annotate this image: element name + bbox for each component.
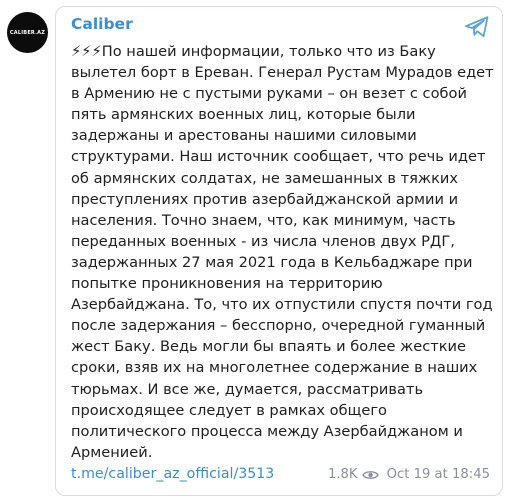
post-link[interactable]: t.me/caliber_az_official/3513: [71, 466, 274, 482]
avatar-logo-text: CALIBER.AZ: [9, 29, 46, 36]
message-footer: t.me/caliber_az_official/3513 1.8K Oct 1…: [71, 466, 490, 488]
eye-icon: [361, 470, 379, 479]
view-count: 1.8K: [327, 467, 358, 482]
post-timestamp: Oct 19 at 18:45: [386, 467, 490, 482]
message-card: Caliber ⚡⚡⚡По нашей информации, только ч…: [55, 6, 503, 496]
message-text: ⚡⚡⚡По нашей информации, только что из Ба…: [71, 43, 494, 461]
channel-name[interactable]: Caliber: [71, 15, 133, 33]
share-icon[interactable]: [464, 15, 490, 39]
message-meta: 1.8K Oct 19 at 18:45: [328, 467, 490, 482]
channel-avatar[interactable]: CALIBER.AZ: [7, 12, 48, 53]
